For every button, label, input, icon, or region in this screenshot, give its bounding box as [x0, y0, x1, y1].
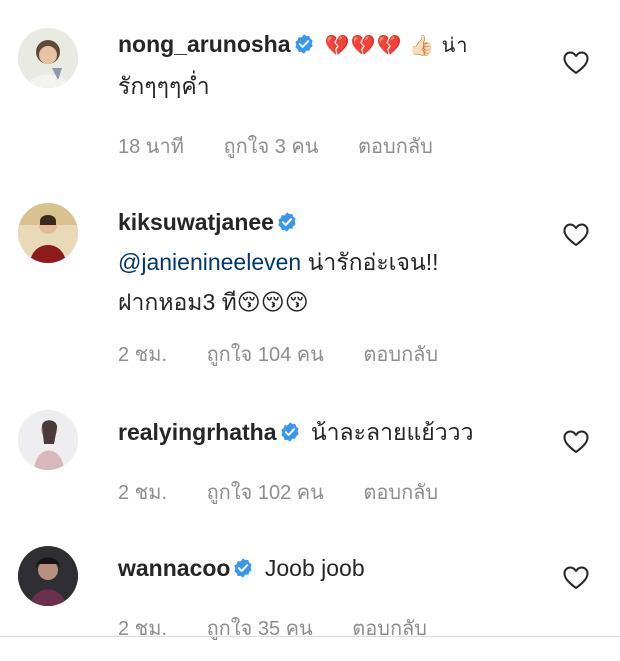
avatar[interactable] [18, 410, 78, 470]
comment-body: realyingrhatha น้าละลายแย้ววว [118, 412, 538, 452]
like-heart-icon[interactable] [563, 223, 589, 247]
comment-text: น่ารักอ่ะเจน!! [301, 249, 439, 275]
like-heart-icon[interactable] [563, 430, 589, 454]
avatar[interactable] [18, 28, 78, 88]
like-heart-icon[interactable] [563, 51, 589, 75]
comment-body: wannacoo Joob joob [118, 548, 538, 588]
comment-meta: 18 นาที ถูกใจ 3 คน ตอบกลับ [118, 130, 433, 162]
comment-text: น้าละลายแย้ววว [310, 419, 474, 445]
comment-timestamp[interactable]: 18 นาที [118, 136, 184, 158]
comment-timestamp[interactable]: 2 ชม. [118, 344, 167, 366]
reply-button[interactable]: ตอบกลับ [363, 344, 438, 366]
divider [0, 636, 620, 637]
reply-button[interactable]: ตอบกลับ [363, 482, 438, 504]
comment-body: kiksuwatjanee @janienineeleven น่ารักอ่ะ… [118, 202, 538, 322]
comment-list: nong_arunosha 💔💔💔 👍🏻 น่า รักๆๆๆค่ำ 18 นา… [0, 0, 620, 661]
mention-link[interactable]: @janienineeleven [118, 249, 301, 275]
username-link[interactable]: kiksuwatjanee [118, 209, 274, 235]
comment-body: nong_arunosha 💔💔💔 👍🏻 น่า รักๆๆๆค่ำ [118, 24, 538, 106]
avatar[interactable] [18, 203, 78, 263]
username-link[interactable]: nong_arunosha [118, 31, 291, 57]
reply-button[interactable]: ตอบกลับ [358, 136, 433, 158]
verified-badge-icon [276, 211, 298, 233]
comment-timestamp[interactable]: 2 ชม. [118, 482, 167, 504]
comment-meta: 2 ชม. ถูกใจ 35 คน ตอบกลับ [118, 612, 427, 644]
verified-badge-icon [232, 557, 254, 579]
avatar[interactable] [18, 546, 78, 606]
comment-text-continued: รักๆๆๆค่ำ [118, 73, 210, 99]
username-link[interactable]: realyingrhatha [118, 419, 277, 445]
comment-text-continued: ฝากหอม3 ที😚😚😚 [118, 289, 309, 315]
comment-meta: 2 ชม. ถูกใจ 102 คน ตอบกลับ [118, 476, 438, 508]
like-heart-icon[interactable] [563, 566, 589, 590]
like-count-link[interactable]: ถูกใจ 104 คน [207, 344, 324, 366]
comment-text: Joob joob [264, 555, 365, 581]
like-count-link[interactable]: ถูกใจ 3 คน [223, 136, 318, 158]
comment-meta: 2 ชม. ถูกใจ 104 คน ตอบกลับ [118, 338, 438, 370]
verified-badge-icon [293, 33, 315, 55]
username-link[interactable]: wannacoo [118, 555, 230, 581]
verified-badge-icon [279, 421, 301, 443]
like-count-link[interactable]: ถูกใจ 102 คน [207, 482, 324, 504]
comment-text: 💔💔💔 👍🏻 น่า [324, 35, 469, 57]
